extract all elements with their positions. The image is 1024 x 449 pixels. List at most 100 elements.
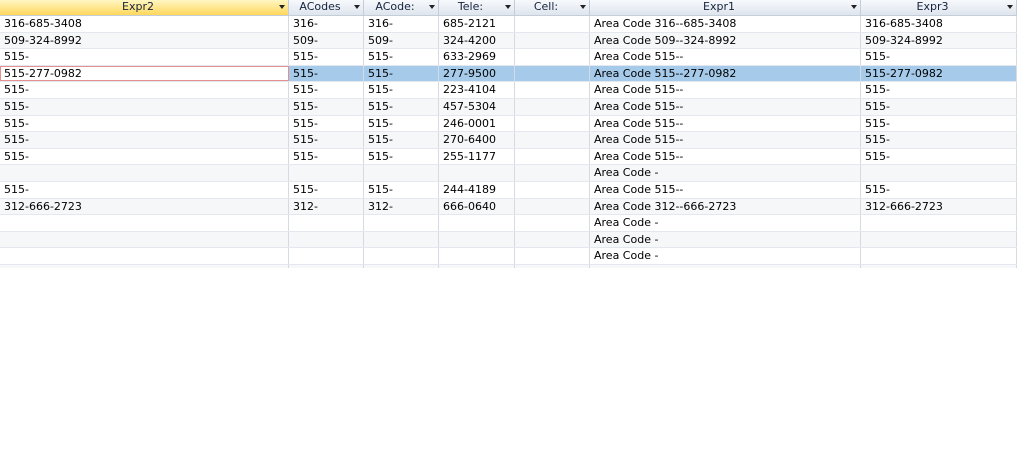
table-cell[interactable] — [364, 248, 439, 264]
table-cell[interactable]: 515- — [861, 181, 1017, 198]
table-cell[interactable]: 515- — [364, 148, 439, 165]
table-cell[interactable] — [861, 165, 1017, 181]
table-cell[interactable]: 515- — [364, 65, 439, 82]
table-cell[interactable] — [515, 165, 590, 181]
table-row[interactable]: Area Code - — [0, 215, 1017, 232]
table-cell[interactable]: 515- — [0, 115, 289, 132]
table-cell[interactable]: 457-5304 — [439, 98, 515, 115]
table-cell[interactable] — [0, 215, 289, 231]
table-cell[interactable]: 324-4200 — [439, 32, 515, 49]
column-header-acode[interactable]: ACode: — [364, 0, 439, 15]
table-cell[interactable]: 316- — [289, 16, 364, 32]
table-cell[interactable]: 312- — [289, 198, 364, 215]
table-row[interactable]: Area Code - — [0, 231, 1017, 249]
table-cell[interactable] — [0, 165, 289, 181]
table-cell[interactable]: Area Code 515-- — [590, 82, 861, 98]
table-cell[interactable]: 509-324-8992 — [0, 32, 289, 49]
table-cell[interactable]: Area Code 515--277-0982 — [590, 65, 861, 82]
table-cell[interactable] — [515, 115, 590, 132]
table-row[interactable]: 509-324-8992 509- 509- 324-4200 Area Code 50… — [0, 32, 1017, 50]
table-cell[interactable]: Area Code - — [590, 248, 861, 264]
table-cell[interactable]: 515- — [364, 132, 439, 148]
table-cell[interactable]: 515- — [289, 132, 364, 148]
table-cell[interactable]: 515- — [0, 49, 289, 65]
table-cell[interactable] — [439, 231, 515, 248]
table-cell[interactable]: 270-6400 — [439, 132, 515, 148]
table-row[interactable]: 515- 515- 515- 244-4189 Area Code 515-- 515- — [0, 181, 1017, 199]
table-row[interactable]: 515-277-0982 515- 515- 277-9500 Area Code 51… — [0, 65, 1017, 83]
table-cell[interactable]: 515- — [364, 115, 439, 132]
table-row[interactable]: 312-666-2723 312- 312- 666-0640 Area Code 31… — [0, 198, 1017, 216]
table-cell[interactable]: 509- — [289, 32, 364, 49]
table-cell[interactable]: 515- — [289, 148, 364, 165]
table-cell[interactable]: Area Code 515-- — [590, 49, 861, 65]
table-cell[interactable]: 312-666-2723 — [861, 198, 1017, 215]
table-cell[interactable] — [861, 248, 1017, 264]
table-cell[interactable]: 277-9500 — [439, 65, 515, 82]
table-cell[interactable] — [515, 198, 590, 215]
table-cell[interactable]: 509- — [364, 32, 439, 49]
table-cell[interactable]: 246-0001 — [439, 115, 515, 132]
table-cell[interactable] — [439, 215, 515, 231]
table-row[interactable]: 515- 515- 515- 270-6400 Area Code 515-- 515- — [0, 132, 1017, 149]
table-cell[interactable]: 316-685-3408 — [0, 16, 289, 32]
table-cell[interactable]: 515- — [364, 98, 439, 115]
table-cell[interactable]: 223-4104 — [439, 82, 515, 98]
table-cell[interactable] — [861, 231, 1017, 248]
table-cell[interactable] — [439, 165, 515, 181]
table-cell[interactable] — [364, 231, 439, 248]
table-cell[interactable] — [289, 215, 364, 231]
table-cell[interactable]: Area Code 515-- — [590, 181, 861, 198]
table-cell[interactable]: 515- — [861, 148, 1017, 165]
table-cell[interactable]: Area Code 312--666-2723 — [590, 198, 861, 215]
column-header-acodes[interactable]: ACodes — [289, 0, 364, 15]
filter-dropdown-icon[interactable] — [580, 5, 586, 9]
table-cell[interactable]: 515- — [289, 82, 364, 98]
table-cell[interactable] — [289, 231, 364, 248]
table-cell[interactable]: 515- — [861, 115, 1017, 132]
table-cell[interactable] — [861, 215, 1017, 231]
table-row[interactable]: 515- 515- 515- 246-0001 Area Code 515-- 515- — [0, 115, 1017, 133]
column-header-expr3[interactable]: Expr3 — [861, 0, 1017, 15]
table-cell[interactable] — [515, 248, 590, 264]
table-cell[interactable]: 515- — [289, 181, 364, 198]
table-cell[interactable] — [515, 215, 590, 231]
table-row[interactable]: 515- 515- 515- 457-5304 Area Code 515-- 515- — [0, 98, 1017, 116]
table-cell[interactable]: 515-277-0982 — [861, 65, 1017, 82]
table-row[interactable]: 316-685-3408 316- 316- 685-2121 Area Code 31… — [0, 16, 1017, 33]
column-header-tele[interactable]: Tele: — [439, 0, 515, 15]
table-row[interactable]: Area Code - — [0, 165, 1017, 182]
table-cell[interactable]: 633-2969 — [439, 49, 515, 65]
table-cell[interactable] — [289, 248, 364, 264]
table-cell[interactable] — [515, 16, 590, 32]
table-cell[interactable]: 316- — [364, 16, 439, 32]
table-cell[interactable]: 515- — [0, 132, 289, 148]
table-cell[interactable]: Area Code 316--685-3408 — [590, 16, 861, 32]
table-cell[interactable]: Area Code - — [590, 231, 861, 248]
table-cell[interactable]: 515- — [289, 115, 364, 132]
table-cell[interactable]: 515- — [289, 65, 364, 82]
table-cell[interactable] — [515, 231, 590, 248]
table-cell[interactable] — [364, 165, 439, 181]
table-row[interactable]: Area Code - — [0, 248, 1017, 265]
table-cell[interactable]: 666-0640 — [439, 198, 515, 215]
filter-dropdown-icon[interactable] — [429, 5, 435, 9]
table-cell[interactable]: 244-4189 — [439, 181, 515, 198]
table-cell[interactable]: 515- — [861, 82, 1017, 98]
table-cell[interactable]: 316-685-3408 — [861, 16, 1017, 32]
table-cell[interactable]: 515- — [0, 82, 289, 98]
table-cell[interactable]: Area Code 515-- — [590, 98, 861, 115]
table-cell[interactable]: Area Code 515-- — [590, 115, 861, 132]
table-cell[interactable]: 312-666-2723 — [0, 198, 289, 215]
table-cell[interactable] — [515, 148, 590, 165]
table-cell[interactable]: Area Code 515-- — [590, 132, 861, 148]
table-cell[interactable]: 515- — [289, 49, 364, 65]
table-cell[interactable] — [515, 65, 590, 82]
table-cell[interactable] — [289, 165, 364, 181]
table-cell[interactable] — [515, 181, 590, 198]
table-cell[interactable]: 515- — [861, 98, 1017, 115]
table-row[interactable]: 515- 515- 515- 633-2969 Area Code 515-- 515- — [0, 49, 1017, 66]
table-cell[interactable] — [515, 82, 590, 98]
table-cell[interactable] — [0, 248, 289, 264]
table-cell[interactable]: Area Code 509--324-8992 — [590, 32, 861, 49]
